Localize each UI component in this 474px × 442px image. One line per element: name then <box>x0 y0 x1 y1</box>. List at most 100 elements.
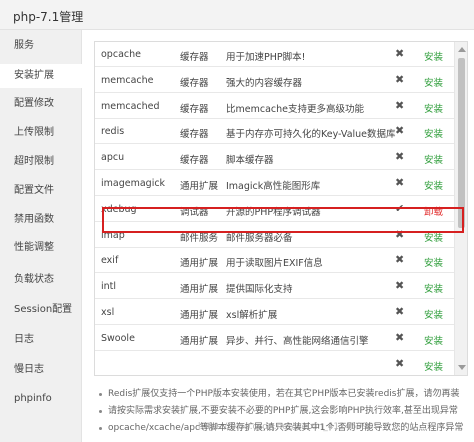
extension-name: xsl <box>101 307 115 318</box>
extension-type: 通用扩展 <box>180 181 219 192</box>
main-panel: ✖ 安装 Swoole 通用扩展 异步、并行、高性能网络通信引擎 ✖ 安装 xsl 通用扩展 xs… <box>82 30 474 442</box>
extension-description: Imagick高性能图形库 <box>226 181 321 192</box>
extension-type: 缓存器 <box>180 129 209 141</box>
extension-description: 用于读取图片EXIF信息 <box>226 258 323 270</box>
check-icon: ✔ <box>395 201 405 215</box>
extension-name: xdebug <box>101 203 137 215</box>
extension-description: 提供国际化支持 <box>226 284 293 296</box>
table-row: ✖ 安装 <box>95 352 454 375</box>
install-button[interactable]: 安装 <box>424 75 443 89</box>
table-row: imagemagick 通用扩展 Imagick高性能图形库 ✖ 安装 <box>95 171 454 196</box>
cross-icon: ✖ <box>395 330 405 344</box>
sidebar-item[interactable]: phpinfo <box>0 387 82 411</box>
sidebar: 服务安装扩展配置修改上传限制超时限制配置文件禁用函数性能调整负载状态 Sessio… <box>0 30 83 442</box>
window-title: php-7.1管理 <box>13 10 84 24</box>
sidebar-item[interactable]: 服务 <box>0 34 82 58</box>
extension-name: opcache <box>101 49 141 60</box>
title-bar: php-7.1管理 <box>0 0 474 30</box>
note-item: Redis扩展仅支持一个PHP版本安装使用，若在其它PHP版本已安装redis扩… <box>98 386 468 403</box>
cross-icon: ✖ <box>395 356 405 370</box>
extension-name: exif <box>101 255 119 267</box>
table-row: imap 邮件服务 邮件服务器必备 ✖ 安装 <box>95 223 454 248</box>
cross-icon: ✖ <box>395 279 405 293</box>
table-scrollbar[interactable] <box>454 42 467 375</box>
extension-name: Swoole <box>101 332 135 344</box>
extension-name: redis <box>101 126 125 138</box>
note-item: 请按实际需求安装扩展,不要安装不必要的PHP扩展,这会影响PHP执行效率,甚至出… <box>98 403 468 420</box>
install-button[interactable]: 安装 <box>424 255 443 269</box>
cross-icon: ✖ <box>395 176 405 189</box>
extension-type: 通用扩展 <box>180 258 219 270</box>
table-row: exif 通用扩展 用于读取图片EXIF信息 ✖ 安装 <box>95 248 454 274</box>
scroll-up-arrow-icon[interactable] <box>458 47 466 52</box>
install-button[interactable]: 安装 <box>424 49 443 63</box>
install-button[interactable]: 安装 <box>424 178 443 192</box>
cross-icon: ✖ <box>395 124 405 138</box>
extension-type: 通用扩展 <box>180 310 219 321</box>
cross-icon: ✖ <box>395 227 405 241</box>
extension-description: xsl解析扩展 <box>226 310 278 321</box>
install-button[interactable]: 安装 <box>424 333 443 347</box>
extension-name: imap <box>101 229 125 241</box>
extension-name: intl <box>101 281 117 293</box>
install-button[interactable]: 安装 <box>424 152 443 166</box>
sidebar-item[interactable]: 配置修改 <box>0 92 82 116</box>
extension-type: 缓存器 <box>180 77 209 89</box>
extension-description: 异步、并行、高性能网络通信引擎 <box>226 335 369 347</box>
install-button[interactable]: 安装 <box>424 230 443 244</box>
extension-description: 比memcache支持更多高级功能 <box>226 103 364 115</box>
extension-name: imagemagick <box>101 178 166 189</box>
extension-description: 强大的内容缓存器 <box>226 77 303 89</box>
extension-name: memcached <box>101 100 160 112</box>
extension-type: 缓存器 <box>180 103 209 115</box>
extension-name: apcu <box>101 152 125 164</box>
sidebar-item[interactable]: 超时限制 <box>0 150 82 174</box>
extension-description: 邮件服务器必备 <box>226 232 293 244</box>
cross-icon: ✖ <box>395 305 405 318</box>
sidebar-item[interactable]: 负载状态 <box>0 268 82 292</box>
extension-type: 缓存器 <box>180 155 209 167</box>
sidebar-item[interactable]: Session配置 <box>0 298 82 322</box>
scroll-thumb[interactable] <box>458 58 465 228</box>
scroll-down-arrow-icon[interactable] <box>458 365 466 370</box>
table-row: redis 缓存器 基于内存亦可持久化的Key-Value数据库 ✖ 安装 <box>95 119 454 145</box>
sidebar-item[interactable]: 日志 <box>0 328 82 352</box>
php-manager-window: php-7.1管理 服务安装扩展配置修改上传限制超时限制配置文件禁用函数性能调整… <box>0 0 474 442</box>
table-row: memcached 缓存器 比memcache支持更多高级功能 ✖ 安装 <box>95 94 454 119</box>
cross-icon: ✖ <box>395 253 405 267</box>
cross-icon: ✖ <box>395 47 405 60</box>
extension-type: 通用扩展 <box>180 284 219 296</box>
install-button[interactable]: 安装 <box>424 126 443 140</box>
cross-icon: ✖ <box>395 72 405 86</box>
extension-type: 调试器 <box>180 206 209 218</box>
sidebar-item[interactable]: 安装扩展 <box>0 64 83 88</box>
sidebar-item[interactable]: 禁用函数 <box>0 208 82 232</box>
install-button[interactable]: 安装 <box>424 307 443 321</box>
extension-type: 通用扩展 <box>180 335 219 347</box>
extension-type: 邮件服务 <box>180 232 219 244</box>
extension-type: 缓存器 <box>180 52 209 63</box>
table-row: opcache 缓存器 用于加速PHP脚本! ✖ 安装 <box>95 42 454 67</box>
extension-description: 开源的PHP程序调试器 <box>226 206 321 218</box>
install-button[interactable]: 安装 <box>424 101 443 115</box>
extension-description: 用于加速PHP脚本! <box>226 52 306 63</box>
sidebar-item[interactable]: 性能调整 <box>0 236 82 260</box>
sidebar-item[interactable]: 慢日志 <box>0 358 82 382</box>
table-row: xsl 通用扩展 xsl解析扩展 ✖ 安装 <box>95 300 454 325</box>
sidebar-item[interactable]: 上传限制 <box>0 121 82 145</box>
watermark: https://blog.csdn.net/weixin_41245990 <box>198 422 374 432</box>
install-button[interactable]: 安装 <box>424 359 443 373</box>
table-row: intl 通用扩展 提供国际化支持 ✖ 安装 <box>95 274 454 300</box>
extension-description: 脚本缓存器 <box>226 155 274 167</box>
table-row: xdebug 调试器 开源的PHP程序调试器 ✔ 卸载 <box>95 197 454 222</box>
table-row: memcache 缓存器 强大的内容缓存器 ✖ 安装 <box>95 68 454 93</box>
extension-name: memcache <box>101 74 154 86</box>
cross-icon: ✖ <box>395 150 405 164</box>
sidebar-item[interactable]: 配置文件 <box>0 179 82 203</box>
uninstall-button[interactable]: 卸载 <box>424 204 443 218</box>
table-row: apcu 缓存器 脚本缓存器 ✖ 安装 <box>95 145 454 171</box>
extension-description: 基于内存亦可持久化的Key-Value数据库 <box>226 129 396 141</box>
install-button[interactable]: 安装 <box>424 281 443 295</box>
cross-icon: ✖ <box>395 98 405 112</box>
extensions-table: ✖ 安装 Swoole 通用扩展 异步、并行、高性能网络通信引擎 ✖ 安装 xsl 通用扩展 xs… <box>94 41 468 376</box>
